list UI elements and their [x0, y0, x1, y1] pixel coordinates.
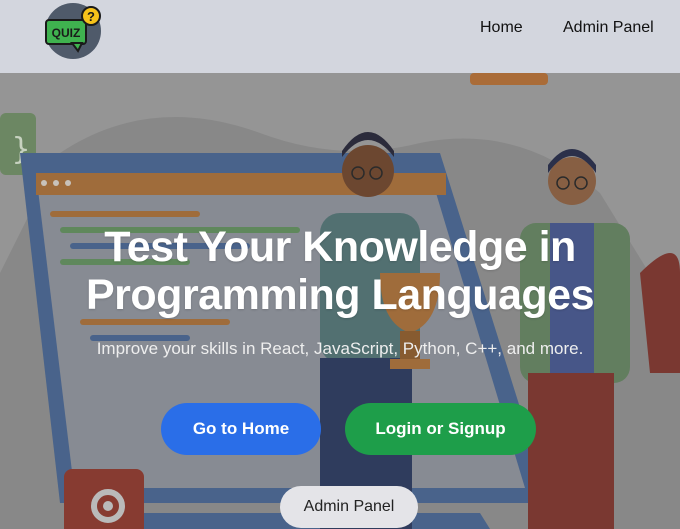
navbar: QUIZ ? Home Admin Panel — [0, 0, 680, 73]
hero-title-line-2: Programming Languages — [86, 271, 594, 319]
hero-title: Test Your Knowledge in Programming Langu… — [0, 223, 680, 319]
hero-title-line-1: Test Your Knowledge in — [104, 223, 576, 271]
svg-text:?: ? — [87, 9, 95, 24]
nav-link-admin-panel[interactable]: Admin Panel — [563, 19, 654, 37]
nav-link-home[interactable]: Home — [480, 19, 523, 37]
quiz-logo[interactable]: QUIZ ? — [42, 2, 104, 60]
hero-section: } Test Your Knowledge in Programming Lan… — [0, 73, 680, 529]
admin-panel-button[interactable]: Admin Panel — [280, 486, 418, 528]
svg-text:QUIZ: QUIZ — [52, 26, 81, 40]
go-to-home-button[interactable]: Go to Home — [161, 403, 321, 455]
login-signup-button[interactable]: Login or Signup — [345, 403, 536, 455]
hero-subtitle: Improve your skills in React, JavaScript… — [96, 339, 584, 358]
